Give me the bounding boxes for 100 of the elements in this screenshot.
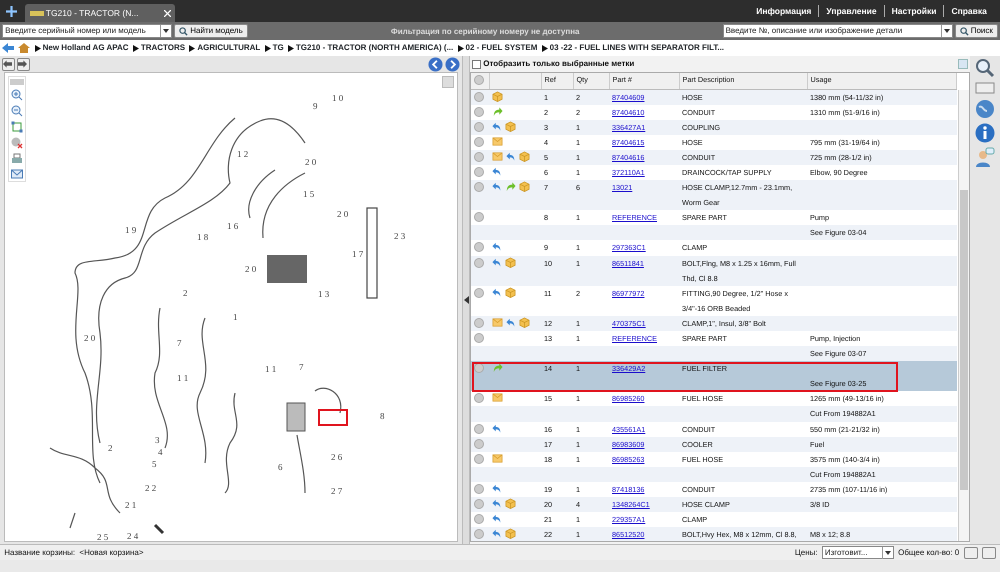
- box-icon: [505, 256, 516, 268]
- previous-page-button[interactable]: [2, 58, 16, 70]
- maximize-button[interactable]: [982, 546, 996, 558]
- callout-number[interactable]: 2 0: [245, 264, 256, 274]
- zoom-out-icon[interactable]: [11, 105, 23, 117]
- clear-icon[interactable]: [11, 137, 23, 149]
- breadcrumb-link[interactable]: 03 -22 - FUEL LINES WITH SEPARATOR FILT...: [542, 42, 724, 54]
- callout-number[interactable]: 6: [278, 462, 282, 472]
- callout-number[interactable]: 2: [108, 443, 112, 453]
- menu-icon[interactable]: [10, 79, 24, 85]
- callout-number[interactable]: 4: [158, 447, 162, 457]
- add-part-button[interactable]: [474, 92, 484, 102]
- callout-number[interactable]: 1 2: [237, 149, 248, 159]
- globe-icon[interactable]: [975, 98, 995, 119]
- callout-number[interactable]: 1 3: [318, 289, 330, 299]
- add-part-button[interactable]: [474, 438, 484, 449]
- callout-number[interactable]: 1 9: [125, 225, 136, 235]
- breadcrumb-link[interactable]: TG210 - TRACTOR (NORTH AMERICA) (...: [288, 42, 454, 54]
- callout-number[interactable]: 7: [177, 338, 182, 348]
- add-part-button[interactable]: [474, 333, 484, 343]
- callout-number[interactable]: 2 0: [305, 157, 316, 167]
- callout-number[interactable]: 2 0: [337, 209, 348, 219]
- callout-number[interactable]: 5: [152, 459, 156, 469]
- menu-link[interactable]: Настройки: [884, 4, 944, 18]
- add-part-button[interactable]: [474, 242, 484, 252]
- mail-icon[interactable]: [11, 169, 23, 179]
- search-button[interactable]: Поиск: [954, 24, 998, 38]
- callout-number[interactable]: 1 7: [352, 249, 364, 259]
- add-part-button[interactable]: [474, 288, 484, 298]
- close-icon[interactable]: [164, 10, 172, 16]
- breadcrumb-link[interactable]: New Holland AG APAC: [34, 42, 129, 54]
- menu-link[interactable]: Справка: [943, 4, 994, 18]
- add-part-button[interactable]: [474, 363, 484, 374]
- callout-number[interactable]: 1 6: [227, 221, 238, 231]
- add-part-button[interactable]: [474, 514, 484, 524]
- search-icon[interactable]: [975, 58, 995, 78]
- add-part-button[interactable]: [474, 454, 484, 464]
- callout-number[interactable]: 7: [299, 362, 304, 372]
- add-part-button[interactable]: [474, 152, 484, 162]
- scrollbar[interactable]: [958, 90, 969, 541]
- menu-link[interactable]: Информация: [749, 4, 818, 18]
- filter-checkbox[interactable]: [472, 60, 482, 68]
- fit-icon[interactable]: [11, 121, 23, 133]
- callout-number[interactable]: 2 7: [331, 486, 342, 496]
- panel-toggle[interactable]: [442, 76, 454, 88]
- callout-number[interactable]: 1 8: [197, 232, 208, 242]
- callout-number[interactable]: 1 5: [303, 189, 314, 199]
- column-settings-icon[interactable]: [958, 59, 968, 69]
- add-part-button[interactable]: [474, 136, 484, 147]
- callout-number[interactable]: 9: [313, 101, 318, 111]
- next-page-button[interactable]: [17, 58, 30, 70]
- add-part-button[interactable]: [474, 212, 484, 222]
- model-field[interactable]: Введите серийный номер или модель: [2, 24, 172, 38]
- part-search-field[interactable]: Введите №, описание или изображение детали: [722, 24, 953, 38]
- callout-number[interactable]: 2 0: [84, 333, 96, 343]
- print-icon[interactable]: [11, 153, 23, 165]
- prices-dropdown[interactable]: Изготовит...: [822, 546, 894, 559]
- breadcrumb-link[interactable]: 02 - FUEL SYSTEM: [458, 42, 538, 54]
- find-model-button[interactable]: Найти модель: [174, 24, 248, 38]
- callout-number[interactable]: 2 5: [97, 532, 108, 541]
- breadcrumb-link[interactable]: AGRICULTURAL: [189, 42, 260, 54]
- add-part-button[interactable]: [474, 529, 484, 540]
- callout-number[interactable]: 1: [233, 312, 238, 322]
- add-part-button[interactable]: [474, 318, 484, 328]
- callout-number[interactable]: 1 0: [332, 93, 344, 103]
- callout-number[interactable]: 3: [155, 435, 160, 445]
- add-part-button[interactable]: [474, 484, 484, 494]
- callout-number[interactable]: 2: [183, 288, 188, 298]
- catalog-icon[interactable]: [975, 82, 995, 94]
- add-part-button[interactable]: [474, 166, 484, 177]
- document-tab[interactable]: TG210 - TRACTOR (N...: [25, 4, 176, 22]
- add-part-button[interactable]: [474, 106, 484, 117]
- zoom-in-icon[interactable]: [11, 89, 23, 101]
- callout-number[interactable]: 2 6: [331, 452, 342, 462]
- callout-number[interactable]: 1 1: [265, 364, 276, 374]
- restore-button[interactable]: [964, 546, 978, 558]
- add-part-button[interactable]: [474, 258, 484, 268]
- breadcrumb-link[interactable]: TG: [264, 42, 284, 54]
- info-icon[interactable]: [975, 122, 995, 143]
- add-part-button[interactable]: [474, 122, 484, 132]
- forward-arrow-icon: [492, 106, 503, 117]
- next-circle-icon[interactable]: [444, 56, 460, 72]
- add-part-button[interactable]: [474, 393, 484, 404]
- support-person-icon[interactable]: [975, 147, 995, 168]
- menu-link[interactable]: Управление: [818, 4, 884, 18]
- callout-number[interactable]: 1 1: [177, 373, 188, 383]
- home-icon[interactable]: [18, 43, 30, 53]
- add-part-button[interactable]: [474, 499, 484, 510]
- callout-number[interactable]: 2 2: [145, 483, 156, 493]
- callout-number[interactable]: 2 1: [125, 500, 136, 510]
- add-all-button[interactable]: [474, 74, 484, 85]
- callout-number[interactable]: 2 3: [394, 231, 406, 241]
- previous-circle-icon[interactable]: [428, 56, 443, 72]
- add-part-button[interactable]: [474, 424, 484, 434]
- breadcrumb-link[interactable]: TRACTORS: [132, 42, 186, 54]
- add-part-button[interactable]: [474, 182, 484, 192]
- back-arrow-icon[interactable]: [2, 43, 14, 53]
- callout-number[interactable]: 2 4: [127, 531, 138, 541]
- scrollbar-thumb[interactable]: [960, 190, 968, 490]
- callout-number[interactable]: 8: [380, 411, 384, 421]
